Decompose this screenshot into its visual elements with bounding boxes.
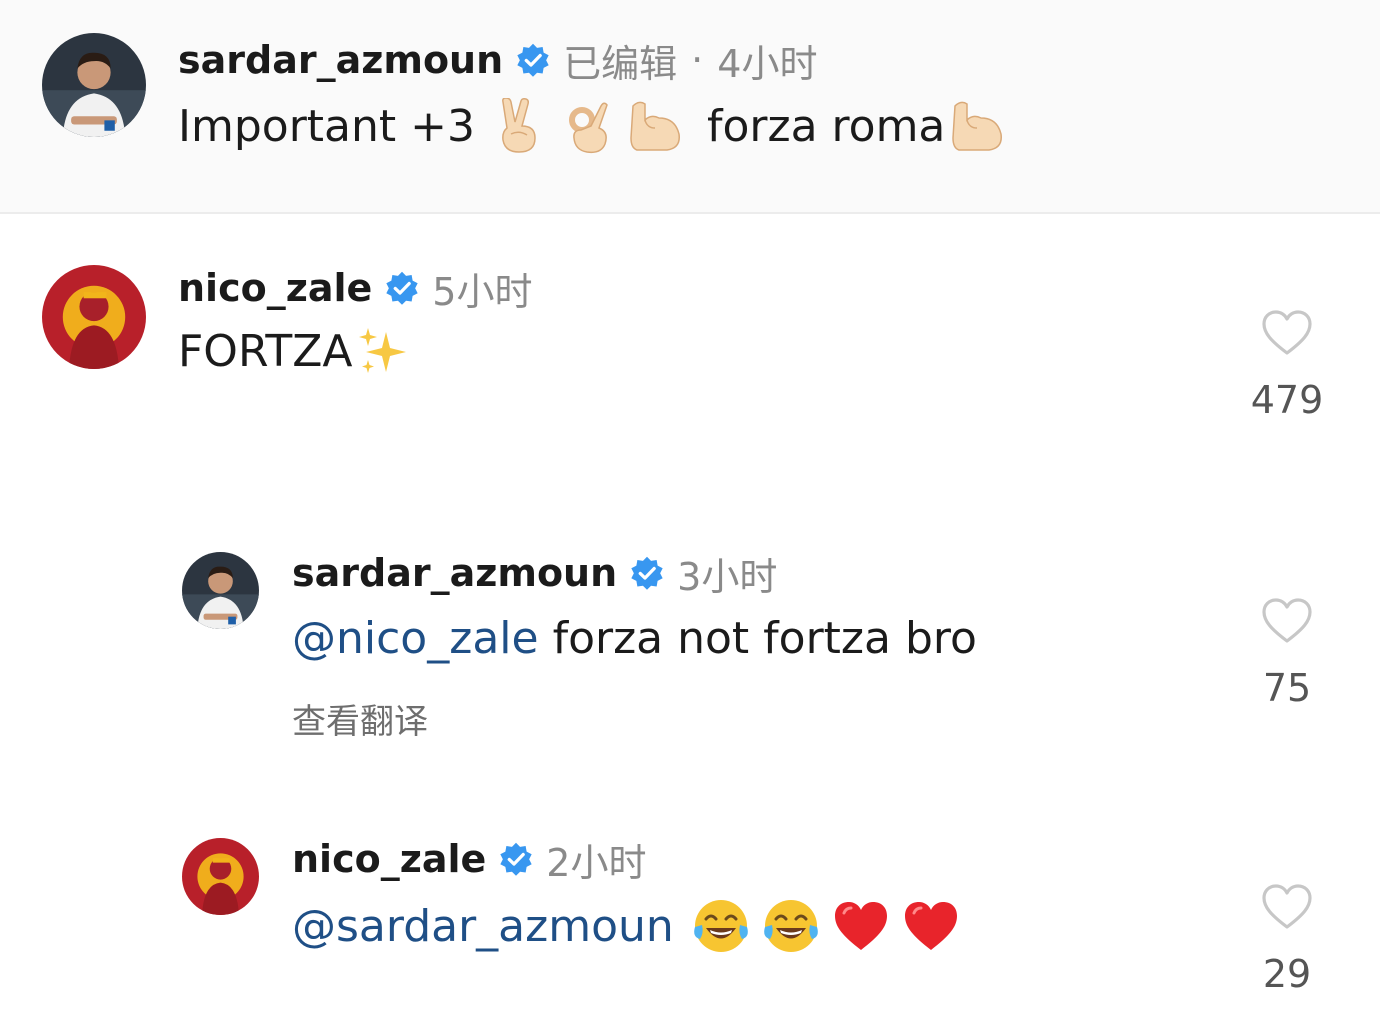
avatar-photo-nico xyxy=(182,838,259,915)
verified-badge-icon xyxy=(498,841,534,877)
reply: nico_zale 2小时 @sardar_azmoun 29 xyxy=(0,826,1380,1016)
heart-outline-icon[interactable] xyxy=(1242,310,1332,356)
mention-link[interactable]: @sardar_azmoun xyxy=(292,901,674,952)
sparkles-emoji xyxy=(356,324,410,378)
like-control: 75 xyxy=(1242,598,1332,710)
verified-badge-icon xyxy=(384,270,420,306)
post-caption: sardar_azmoun 已编辑 · 4小时 Important +3 for… xyxy=(0,0,1380,214)
avatar-photo-sardar xyxy=(182,552,259,629)
ok-hand-emoji xyxy=(565,98,615,154)
avatar-photo-nico xyxy=(42,265,146,369)
like-control: 29 xyxy=(1242,884,1332,996)
caption-text-tail: forza roma xyxy=(706,100,946,152)
comment-text: FORTZA xyxy=(178,325,353,377)
avatar[interactable] xyxy=(42,33,146,137)
see-translation-link[interactable]: 查看翻译 xyxy=(292,694,428,743)
like-control: 479 xyxy=(1242,310,1332,422)
avatar-photo-sardar xyxy=(42,33,146,137)
flexed-biceps-emoji xyxy=(949,98,1005,154)
red-heart-emoji xyxy=(902,899,960,953)
verified-badge-icon xyxy=(515,42,551,78)
tears-of-joy-emoji xyxy=(692,897,750,955)
avatar[interactable] xyxy=(182,838,259,915)
timestamp: 5小时 xyxy=(432,269,533,314)
username[interactable]: sardar_azmoun xyxy=(292,551,617,595)
flexed-biceps-emoji xyxy=(627,98,683,154)
username[interactable]: nico_zale xyxy=(178,266,372,310)
red-heart-emoji xyxy=(832,899,890,953)
mention-link[interactable]: @nico_zale xyxy=(292,613,539,664)
like-count: 75 xyxy=(1262,666,1312,710)
timestamp: 2小时 xyxy=(546,840,647,885)
like-count: 29 xyxy=(1262,952,1312,996)
comment: nico_zale 5小时 FORTZA 479 xyxy=(0,212,1380,512)
victory-hand-emoji xyxy=(497,98,543,154)
verified-badge-icon xyxy=(629,555,665,591)
comment-text: forza not fortza bro xyxy=(552,612,977,664)
reply: sardar_azmoun 3小时 @nico_zale forza not f… xyxy=(0,540,1380,800)
avatar[interactable] xyxy=(42,265,146,369)
username[interactable]: nico_zale xyxy=(292,837,486,881)
timestamp: 3小时 xyxy=(677,554,778,599)
avatar[interactable] xyxy=(182,552,259,629)
timestamp: 4小时 xyxy=(717,41,818,86)
tears-of-joy-emoji xyxy=(762,897,820,955)
heart-outline-icon[interactable] xyxy=(1242,884,1332,930)
username[interactable]: sardar_azmoun xyxy=(178,38,503,82)
edited-label: 已编辑 xyxy=(563,41,678,86)
heart-outline-icon[interactable] xyxy=(1242,598,1332,644)
caption-text: Important +3 xyxy=(178,100,475,152)
meta-separator: · xyxy=(691,38,704,82)
like-count: 479 xyxy=(1250,378,1324,422)
